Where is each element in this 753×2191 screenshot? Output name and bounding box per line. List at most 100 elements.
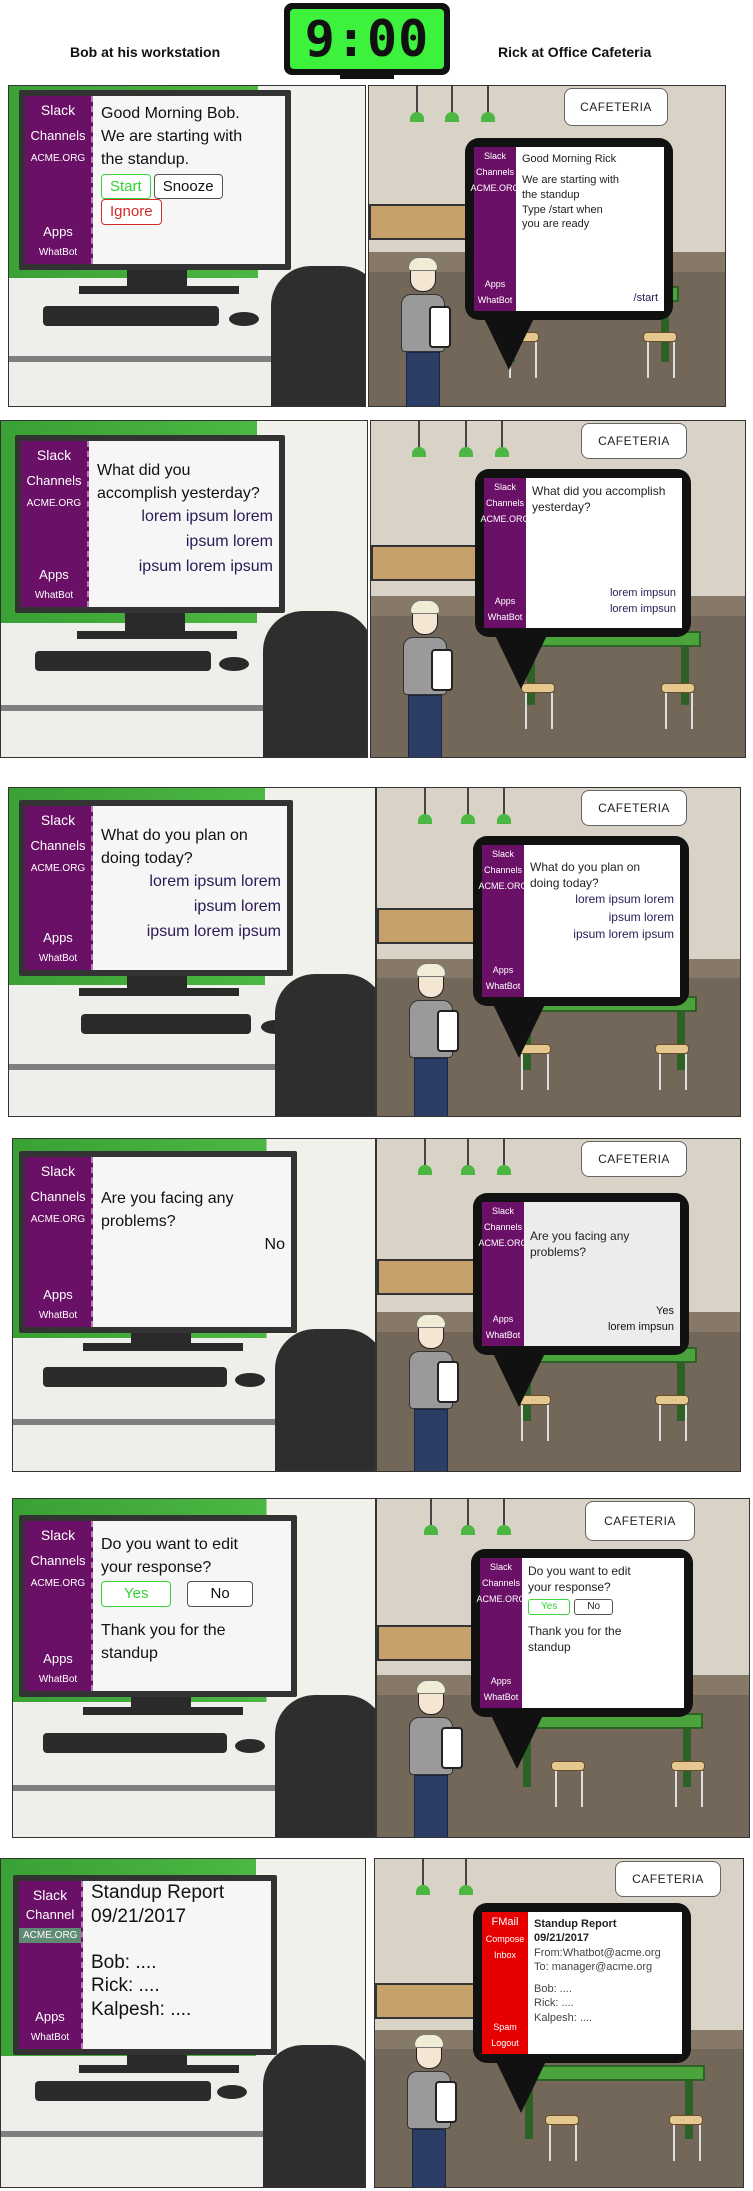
slack-sidebar: Slack Channels ACME.ORG Apps WhatBot xyxy=(25,1157,93,1327)
cafeteria-sign: CAFETERIA xyxy=(615,1861,721,1897)
fmail-compose[interactable]: Compose xyxy=(486,1934,525,1944)
mail-from: From:Whatbot@acme.org xyxy=(534,1946,661,1959)
message-line: problems? xyxy=(530,1245,587,1260)
sidebar-channels[interactable]: Channels xyxy=(486,498,524,508)
sidebar-apps[interactable]: Apps xyxy=(43,1651,73,1666)
panel-row-4: Slack Channels ACME.ORG Apps WhatBot Are… xyxy=(0,1138,753,1473)
answer-line: ipsum lorem xyxy=(608,909,674,924)
sidebar-apps[interactable]: Apps xyxy=(43,224,73,239)
sidebar-apps[interactable]: Apps xyxy=(43,930,73,945)
sidebar-channel[interactable]: Channel xyxy=(26,1907,74,1922)
slack-sidebar: Slack Channels ACME.ORG Apps WhatBot xyxy=(21,441,89,607)
answer-line: No xyxy=(264,1236,285,1254)
sidebar-slack-label[interactable]: Slack xyxy=(37,447,71,463)
message-area: What did you accomplish yesterday? lorem… xyxy=(89,441,279,607)
yes-button[interactable]: Yes xyxy=(101,1581,172,1608)
sidebar-org[interactable]: ACME.ORG xyxy=(27,1576,89,1591)
message-line: We are starting with xyxy=(522,173,620,186)
sidebar-slack-label[interactable]: Slack xyxy=(490,1562,512,1572)
sidebar-slack-label[interactable]: Slack xyxy=(33,1887,67,1903)
message-line: Good Morning Bob. xyxy=(101,105,240,122)
no-button[interactable]: No xyxy=(574,1599,614,1615)
message-line: the standup xyxy=(522,188,580,201)
sidebar-whatbot[interactable]: WhatBot xyxy=(488,612,523,622)
sidebar-channels[interactable]: Channels xyxy=(484,1222,522,1232)
yes-button[interactable]: Yes xyxy=(528,1599,571,1615)
sidebar-whatbot[interactable]: WhatBot xyxy=(39,1674,77,1685)
sidebar-org[interactable]: ACME.ORG xyxy=(477,1594,526,1604)
sidebar-channels[interactable]: Channels xyxy=(482,1578,520,1588)
report-entry: Bob: .... xyxy=(91,1951,157,1973)
slack-window: Slack Channels ACME.ORG Apps WhatBot Wha… xyxy=(21,441,279,607)
sidebar-whatbot[interactable]: WhatBot xyxy=(39,1310,77,1321)
report-date: 09/21/2017 xyxy=(534,1932,590,1945)
sidebar-slack-label[interactable]: Slack xyxy=(41,1163,75,1179)
sidebar-slack-label[interactable]: Slack xyxy=(41,812,75,828)
slack-sidebar: Slack Channels ACME.ORG Apps WhatBot xyxy=(25,806,93,970)
sidebar-whatbot[interactable]: WhatBot xyxy=(35,590,73,601)
sidebar-channels[interactable]: Channels xyxy=(31,1189,86,1204)
sidebar-apps[interactable]: Apps xyxy=(35,2009,65,2024)
message-line: your response? xyxy=(101,1559,212,1577)
answer-line: Yes xyxy=(656,1305,674,1318)
report-title: Standup Report xyxy=(91,1882,225,1903)
phone-slack-window: Slack Channels ACME.ORG Apps WhatBot Goo… xyxy=(471,147,664,311)
message-line: Do you want to edit xyxy=(101,1536,238,1553)
ignore-button[interactable]: Ignore xyxy=(101,199,162,226)
sidebar-whatbot[interactable]: WhatBot xyxy=(39,247,77,258)
sidebar-whatbot[interactable]: WhatBot xyxy=(486,981,521,991)
sidebar-channels[interactable]: Channels xyxy=(31,1553,86,1568)
sidebar-apps[interactable]: Apps xyxy=(493,965,514,975)
sidebar-apps[interactable]: Apps xyxy=(43,1287,73,1302)
sidebar-channels[interactable]: Channels xyxy=(27,473,82,488)
sidebar-apps[interactable]: Apps xyxy=(493,1314,514,1324)
sidebar-slack-label[interactable]: Slack xyxy=(41,1527,75,1543)
snooze-button[interactable]: Snooze xyxy=(153,173,223,200)
sidebar-apps[interactable]: Apps xyxy=(491,1676,512,1686)
fmail-spam[interactable]: Spam xyxy=(493,2022,517,2032)
phone-fmail-window: FMail Compose Inbox Spam Logout Standup … xyxy=(482,1912,682,2054)
sidebar-apps[interactable]: Apps xyxy=(39,567,69,582)
sidebar-channels[interactable]: Channels xyxy=(476,167,514,177)
sidebar-org[interactable]: ACME.ORG xyxy=(19,1928,81,1943)
message-line: doing today? xyxy=(101,850,193,868)
phone-message-area: What do you plan on doing today? lorem i… xyxy=(524,845,680,997)
sidebar-slack-label[interactable]: Slack xyxy=(492,1206,514,1216)
message-line: standup xyxy=(101,1645,158,1663)
bob-monitor: Slack Channels ACME.ORG Apps WhatBot Are… xyxy=(19,1151,297,1333)
sidebar-slack-label[interactable]: Slack xyxy=(41,102,75,118)
sidebar-whatbot[interactable]: WhatBot xyxy=(478,295,513,305)
sidebar-org[interactable]: ACME.ORG xyxy=(27,1212,89,1227)
sidebar-whatbot[interactable]: WhatBot xyxy=(486,1330,521,1340)
sidebar-org[interactable]: ACME.ORG xyxy=(471,183,520,193)
bob-monitor: Slack Channels ACME.ORG Apps WhatBot Do … xyxy=(19,1515,297,1697)
report-entry: Kalpesh: .... xyxy=(534,2011,593,2024)
fmail-inbox[interactable]: Inbox xyxy=(494,1950,516,1960)
sidebar-slack-label[interactable]: Slack xyxy=(494,482,516,492)
answer-line: ipsum lorem ipsum xyxy=(138,557,273,575)
sidebar-whatbot[interactable]: WhatBot xyxy=(39,953,77,964)
start-button[interactable]: Start xyxy=(101,173,151,200)
sidebar-apps[interactable]: Apps xyxy=(495,596,516,606)
sidebar-org[interactable]: ACME.ORG xyxy=(479,881,528,891)
report-entry: Kalpesh: .... xyxy=(91,1999,192,2020)
sidebar-channels[interactable]: Channels xyxy=(484,865,522,875)
bob-monitor: Slack Channels ACME.ORG Apps WhatBot Goo… xyxy=(19,90,291,270)
sidebar-channels[interactable]: Channels xyxy=(31,838,86,853)
sidebar-apps[interactable]: Apps xyxy=(485,279,506,289)
sidebar-org[interactable]: ACME.ORG xyxy=(27,151,89,166)
sidebar-org[interactable]: ACME.ORG xyxy=(27,861,89,876)
mail-to: To: manager@acme.org xyxy=(534,1960,653,1973)
sidebar-whatbot[interactable]: WhatBot xyxy=(484,1692,519,1702)
fmail-logout[interactable]: Logout xyxy=(491,2038,519,2048)
sidebar-org[interactable]: ACME.ORG xyxy=(23,496,85,511)
sidebar-slack-label[interactable]: Slack xyxy=(492,849,514,859)
message-line: your response? xyxy=(528,1580,611,1595)
no-button[interactable]: No xyxy=(187,1581,253,1608)
sidebar-channels[interactable]: Channels xyxy=(31,128,86,143)
comic-page: Bob at his workstation 9:00 Rick at Offi… xyxy=(0,0,753,2191)
sidebar-whatbot[interactable]: WhatBot xyxy=(31,2032,69,2043)
sidebar-org[interactable]: ACME.ORG xyxy=(481,514,530,524)
sidebar-org[interactable]: ACME.ORG xyxy=(479,1238,528,1248)
sidebar-slack-label[interactable]: Slack xyxy=(484,151,506,161)
